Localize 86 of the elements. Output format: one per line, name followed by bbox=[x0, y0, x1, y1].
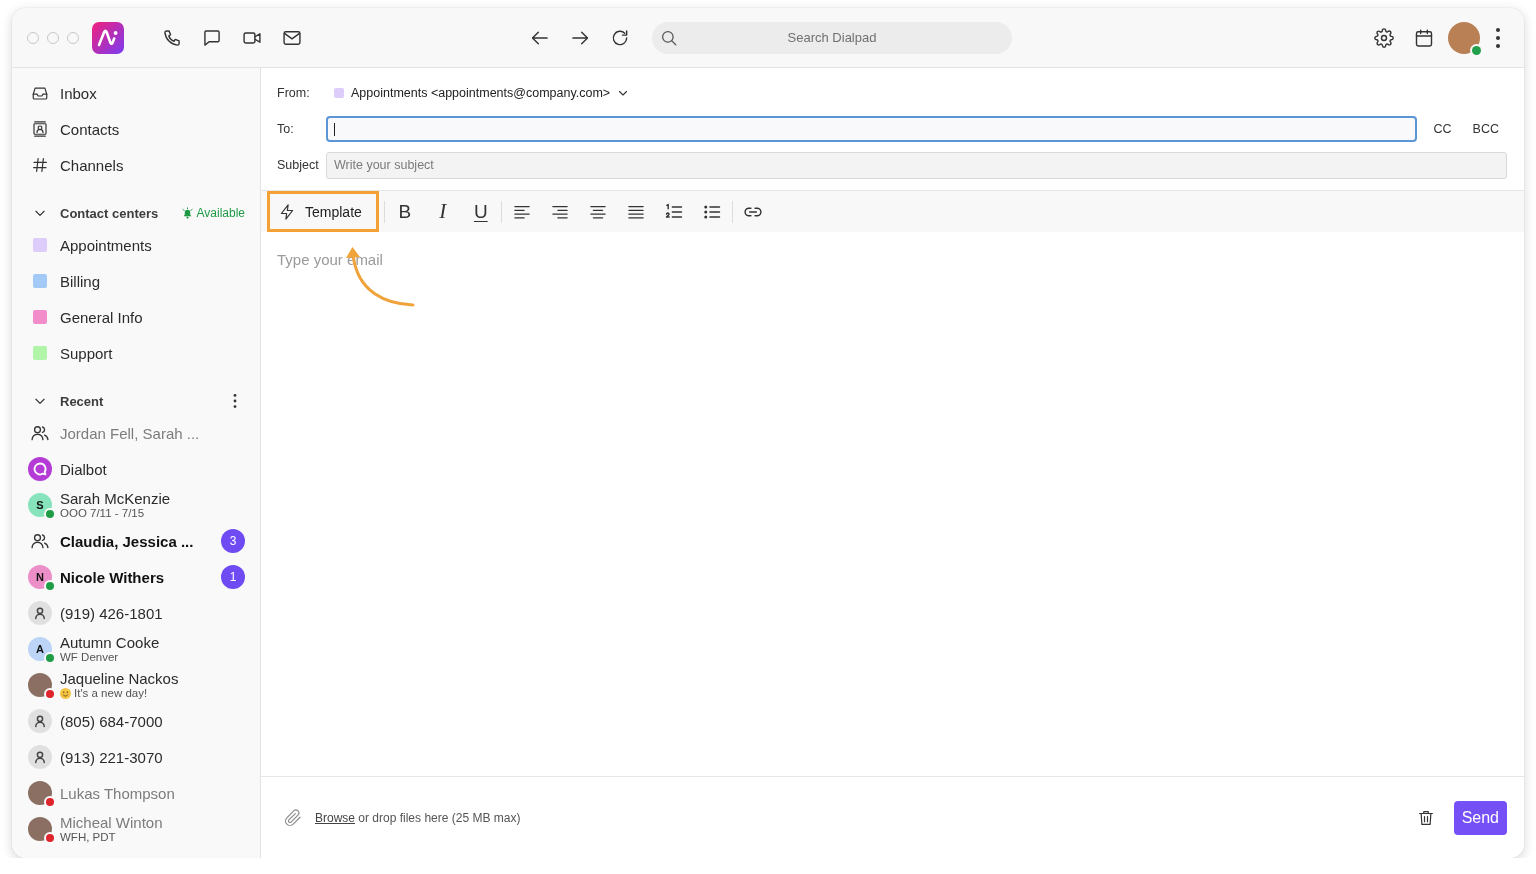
people-icon bbox=[30, 531, 50, 551]
avatar-placeholder[interactable] bbox=[1448, 21, 1480, 54]
contact-name: Autumn Cooke bbox=[60, 634, 161, 651]
person-icon bbox=[28, 709, 52, 733]
contacts-icon bbox=[31, 120, 49, 138]
conversation-item[interactable]: (919) 426-1801 bbox=[12, 595, 260, 631]
search-field[interactable]: Search Dialpad bbox=[652, 21, 1012, 54]
inbox-icon bbox=[31, 84, 49, 102]
people-icon bbox=[30, 423, 50, 443]
field-label: Subject bbox=[277, 158, 320, 172]
section-title: Recent bbox=[60, 393, 105, 409]
avatar: S bbox=[28, 493, 52, 517]
conversation-item[interactable]: Dialbot bbox=[12, 451, 260, 487]
conversation-item[interactable]: (805) 684-7000 bbox=[12, 703, 260, 739]
chat-bubble-icon bbox=[28, 457, 52, 481]
conversation-item[interactable]: (913) 221-3070 bbox=[12, 739, 260, 775]
more-icon[interactable] bbox=[1496, 27, 1500, 48]
person-icon bbox=[28, 601, 52, 625]
cc-button[interactable]: CC bbox=[1433, 122, 1452, 136]
contact-name: Nicole Withers bbox=[60, 568, 166, 586]
conversation-item[interactable]: Lukas Thompson bbox=[12, 775, 260, 811]
contact-name: (919) 426-1801 bbox=[60, 604, 164, 622]
status-message: WF Denver bbox=[60, 651, 120, 664]
phone-icon[interactable] bbox=[162, 27, 182, 48]
bold-button[interactable]: B bbox=[389, 196, 420, 227]
refresh-icon[interactable] bbox=[610, 27, 630, 48]
lightning-icon bbox=[278, 202, 296, 221]
unread-badge: 3 bbox=[221, 529, 245, 553]
status-message: WFH, PDT bbox=[60, 831, 117, 844]
conversation-item[interactable]: A Autumn Cooke WF Denver bbox=[12, 631, 260, 667]
sender-dropdown[interactable]: Appointments <appointments@company.com> bbox=[334, 86, 630, 100]
more-icon[interactable] bbox=[233, 394, 237, 408]
contact-name: Claudia, Jessica ... bbox=[60, 532, 195, 550]
conversation-item[interactable]: Claudia, Jessica ... 3 bbox=[12, 523, 260, 559]
contact-name: Micheal Winton bbox=[60, 814, 164, 831]
contact-name: Dialbot bbox=[60, 460, 108, 478]
person-icon bbox=[28, 745, 52, 769]
hash-icon bbox=[31, 156, 49, 174]
sidebar-item[interactable]: Appointments bbox=[12, 227, 260, 263]
attachment-hint: Browse or drop files here (25 MB max) bbox=[315, 810, 521, 825]
contact-name: (913) 221-3070 bbox=[60, 748, 164, 766]
field-label: To: bbox=[277, 122, 295, 136]
sidebar-item[interactable]: Billing bbox=[12, 263, 260, 299]
field-label: From: bbox=[277, 86, 311, 100]
conversation-item[interactable]: N Nicole Withers 1 bbox=[12, 559, 260, 595]
conversation-item[interactable]: Micheal Winton WFH, PDT bbox=[12, 811, 260, 847]
paperclip-icon[interactable] bbox=[284, 808, 302, 827]
avatar-placeholder bbox=[28, 817, 52, 841]
sidebar-item[interactable]: Contacts bbox=[12, 111, 260, 147]
underline-button[interactable]: U bbox=[465, 196, 496, 227]
browse-link[interactable]: Browse bbox=[315, 810, 355, 825]
contact-name: (805) 684-7000 bbox=[60, 712, 164, 730]
contact-name: Sarah McKenzie bbox=[60, 490, 172, 507]
conversation-item[interactable]: S Sarah McKenzie OOO 7/11 - 7/15 bbox=[12, 487, 260, 523]
chat-bubble-icon[interactable] bbox=[202, 27, 222, 48]
sidebar-item[interactable]: General Info bbox=[12, 299, 260, 335]
avatar-placeholder bbox=[28, 673, 52, 697]
unread-badge: 1 bbox=[221, 565, 245, 589]
calendar-icon[interactable] bbox=[1414, 27, 1434, 48]
settings-icon[interactable] bbox=[1374, 27, 1394, 48]
app-logo[interactable] bbox=[92, 21, 124, 54]
trash-icon[interactable] bbox=[1416, 808, 1435, 827]
conversation-item[interactable]: Jaqueline Nackos It's a new day! bbox=[12, 667, 260, 703]
section-title: Contact centers bbox=[60, 205, 160, 221]
sidebar-item[interactable]: Inbox bbox=[12, 75, 260, 111]
status-message: OOO 7/11 - 7/15 bbox=[60, 507, 146, 520]
text-cursor-icon bbox=[334, 122, 335, 136]
subject-field[interactable]: Write your subject bbox=[326, 151, 1507, 179]
sidebar-item[interactable]: Support bbox=[12, 335, 260, 371]
avatar-placeholder bbox=[28, 781, 52, 805]
bcc-button[interactable]: BCC bbox=[1472, 122, 1499, 136]
conversation-item[interactable]: Jordan Fell, Sarah ... bbox=[12, 415, 260, 451]
send-button[interactable]: Send bbox=[1453, 800, 1507, 835]
search-icon bbox=[660, 28, 678, 47]
italic-button[interactable]: I bbox=[427, 196, 458, 227]
contact-name: Jaqueline Nackos bbox=[60, 670, 180, 687]
contact-name: Lukas Thompson bbox=[60, 784, 176, 802]
to-field[interactable] bbox=[326, 116, 1417, 142]
contact-name: Jordan Fell, Sarah ... bbox=[60, 424, 201, 442]
avatar: A bbox=[28, 637, 52, 661]
template-button[interactable]: Template bbox=[267, 191, 379, 232]
sidebar-item[interactable]: Channels bbox=[12, 147, 260, 183]
availability-status[interactable]: Available bbox=[180, 206, 245, 220]
status-message: It's a new day! bbox=[60, 687, 245, 700]
avatar: N bbox=[28, 565, 52, 589]
bell-icon bbox=[180, 206, 194, 220]
